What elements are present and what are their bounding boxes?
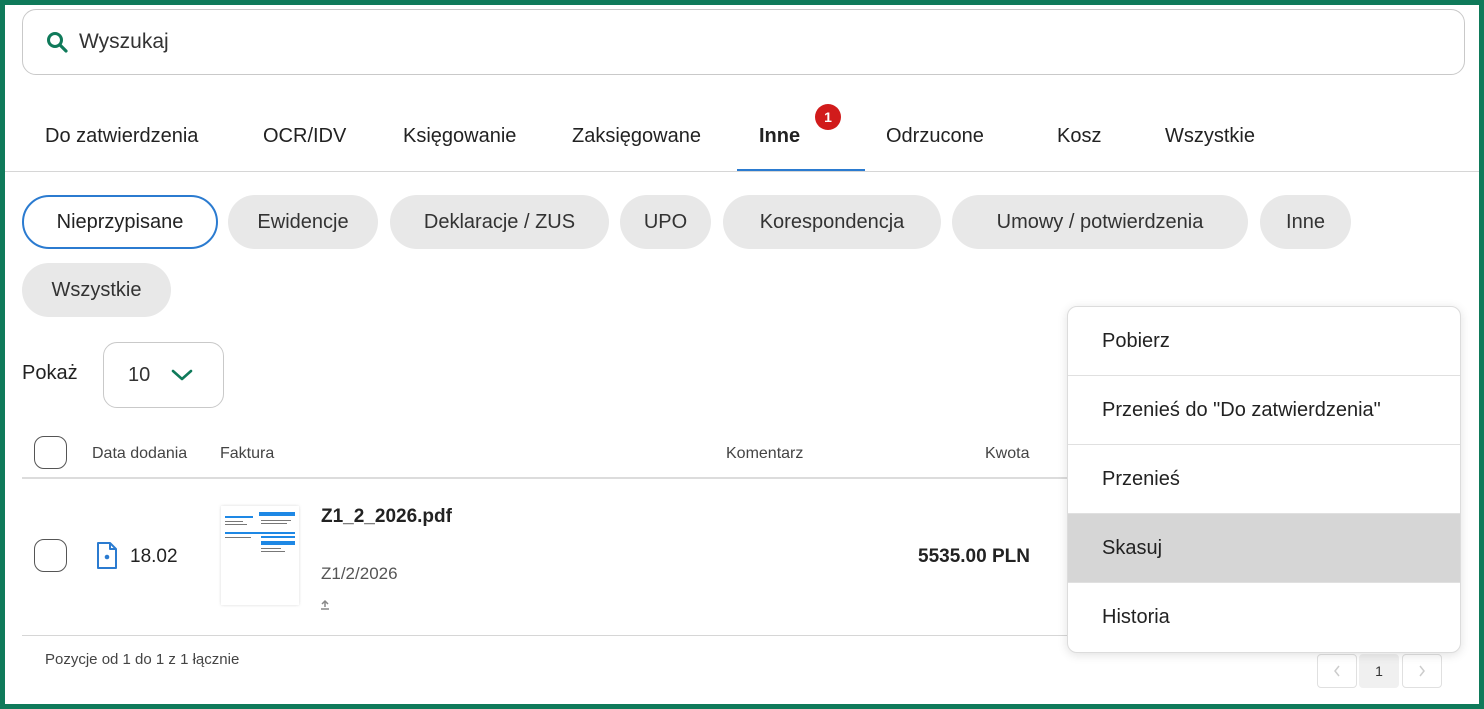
tab-kosz[interactable]: Kosz <box>1057 100 1101 172</box>
menu-item-przenies-do-zatwierdzenia[interactable]: Przenieś do "Do zatwierdzenia" <box>1068 376 1460 445</box>
page-size-value: 10 <box>128 363 151 386</box>
invoice-thumbnail[interactable] <box>221 506 299 605</box>
tabs-divider <box>5 171 1479 172</box>
search-input[interactable] <box>79 30 1379 54</box>
chip-wszystkie[interactable]: Wszystkie <box>22 263 171 317</box>
tab-zaksiegowane[interactable]: Zaksięgowane <box>572 100 701 172</box>
col-header-date[interactable]: Data dodania <box>92 445 187 463</box>
chevron-down-icon <box>171 369 193 381</box>
tab-ksiegowanie[interactable]: Księgowanie <box>403 100 516 172</box>
chip-nieprzypisane[interactable]: Nieprzypisane <box>22 195 218 249</box>
tab-inne-badge: 1 <box>815 104 841 130</box>
pagination-prev-button[interactable] <box>1317 654 1357 688</box>
col-header-invoice[interactable]: Faktura <box>220 445 274 463</box>
document-icon[interactable] <box>96 541 118 570</box>
row-checkbox[interactable] <box>34 539 67 572</box>
row-context-menu: Pobierz Przenieś do "Do zatwierdzenia" P… <box>1067 306 1461 653</box>
page-size-select[interactable]: 10 <box>103 342 224 408</box>
chip-deklaracje-zus[interactable]: Deklaracje / ZUS <box>390 195 609 249</box>
upload-icon <box>321 599 329 610</box>
chip-inne[interactable]: Inne <box>1260 195 1351 249</box>
tab-ocr-idv[interactable]: OCR/IDV <box>263 100 346 172</box>
document-tabs: Do zatwierdzenia OCR/IDV Księgowanie Zak… <box>22 100 1479 172</box>
tab-wszystkie[interactable]: Wszystkie <box>1165 100 1255 172</box>
table-footer-divider <box>22 635 1067 636</box>
select-all-checkbox[interactable] <box>34 436 67 469</box>
menu-item-skasuj[interactable]: Skasuj <box>1068 514 1460 583</box>
menu-item-pobierz[interactable]: Pobierz <box>1068 307 1460 376</box>
search-icon <box>47 32 68 53</box>
row-amount: 5535.00 PLN <box>918 546 1030 567</box>
menu-item-przenies[interactable]: Przenieś <box>1068 445 1460 514</box>
row-date: 18.02 <box>130 546 178 567</box>
chip-ewidencje[interactable]: Ewidencje <box>228 195 378 249</box>
document-number: Z1/2/2026 <box>321 564 398 583</box>
chevron-left-icon <box>1334 665 1340 677</box>
chip-upo[interactable]: UPO <box>620 195 711 249</box>
tab-do-zatwierdzenia[interactable]: Do zatwierdzenia <box>45 100 198 172</box>
page-size-label: Pokaż <box>22 362 78 384</box>
chip-umowy-potwierdzenia[interactable]: Umowy / potwierdzenia <box>952 195 1248 249</box>
pagination-page-button[interactable]: 1 <box>1359 654 1399 688</box>
pagination-summary: Pozycje od 1 do 1 z 1 łącznie <box>45 651 240 668</box>
tab-odrzucone[interactable]: Odrzucone <box>886 100 984 172</box>
pagination-next-button[interactable] <box>1402 654 1442 688</box>
menu-item-historia[interactable]: Historia <box>1068 583 1460 652</box>
chip-korespondencja[interactable]: Korespondencja <box>723 195 941 249</box>
table-header-divider <box>22 477 1067 479</box>
col-header-amount[interactable]: Kwota <box>985 445 1029 463</box>
file-name[interactable]: Z1_2_2026.pdf <box>321 506 452 528</box>
col-header-comment[interactable]: Komentarz <box>726 445 803 463</box>
tab-inne[interactable]: Inne <box>759 100 800 172</box>
search-bar[interactable] <box>22 9 1465 75</box>
chevron-right-icon <box>1419 665 1425 677</box>
